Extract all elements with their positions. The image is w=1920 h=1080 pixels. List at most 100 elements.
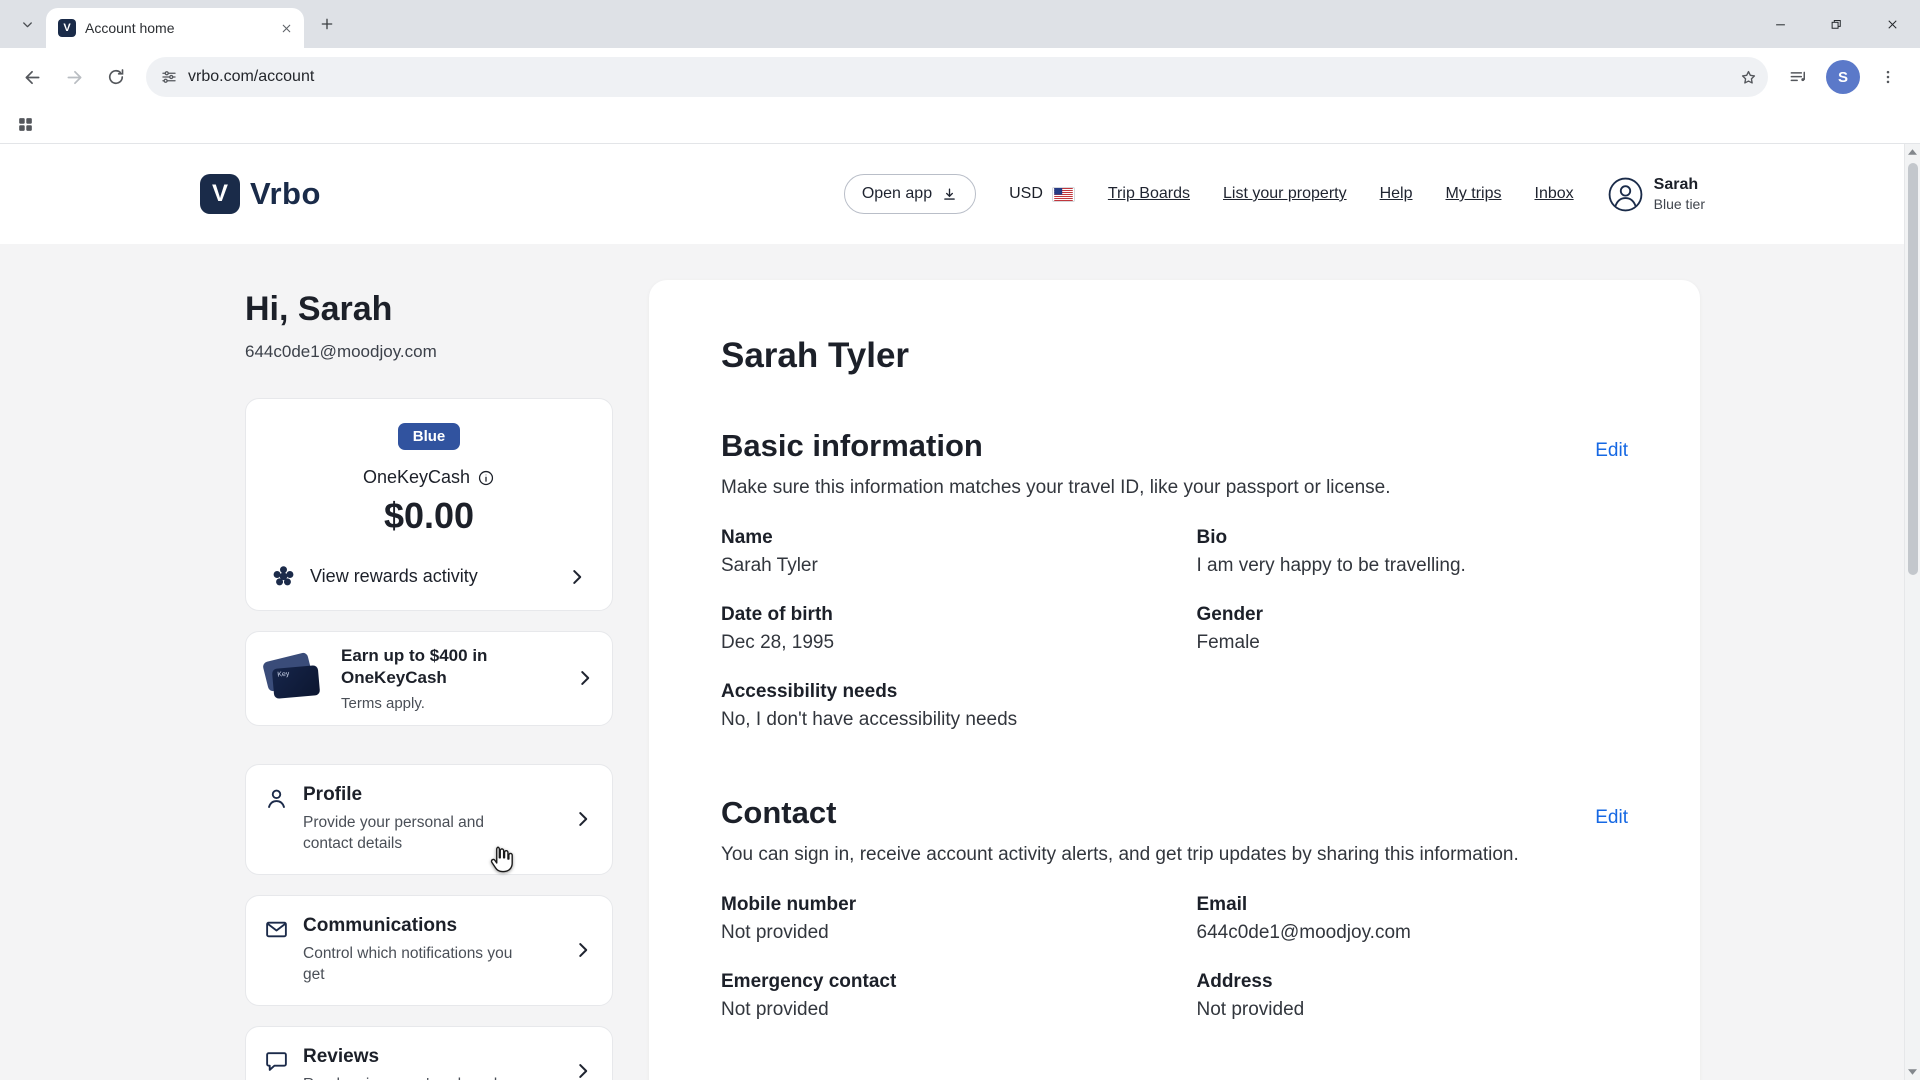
field-label: Name xyxy=(721,527,1153,549)
tab-close-button[interactable] xyxy=(276,18,296,38)
open-app-button[interactable]: Open app xyxy=(844,174,976,214)
menu-item-text: Communications Control which notificatio… xyxy=(303,915,533,986)
field-value: Female xyxy=(1197,632,1629,654)
scrollbar-thumb[interactable] xyxy=(1908,163,1918,575)
plus-icon xyxy=(319,16,335,32)
browser-profile-avatar[interactable]: S xyxy=(1826,60,1860,94)
field-address: Address Not provided xyxy=(1197,971,1629,1021)
rewards-card: Blue OneKeyCash $0.00 View rewards activ… xyxy=(245,398,613,611)
nav-list-your-property[interactable]: List your property xyxy=(1223,185,1347,203)
sidebar-item-reviews[interactable]: Reviews Read reviews you've shared xyxy=(245,1026,613,1080)
media-queue-icon xyxy=(1788,67,1808,87)
profile-circle-icon xyxy=(1607,176,1644,213)
field-value: Not provided xyxy=(1197,999,1629,1021)
field-value: Sarah Tyler xyxy=(721,555,1153,577)
field-value: No, I don't have accessibility needs xyxy=(721,709,1153,731)
window-minimize-button[interactable] xyxy=(1752,0,1808,48)
field-value: Not provided xyxy=(721,922,1153,944)
menu-item-title: Communications xyxy=(303,915,533,937)
field-email: Email 644c0de1@moodjoy.com xyxy=(1197,894,1629,944)
field-grid: Mobile number Not provided Email 644c0de… xyxy=(721,894,1628,1021)
tab-title: Account home xyxy=(85,20,267,36)
back-button[interactable] xyxy=(12,57,52,97)
section-title: Contact xyxy=(721,795,836,831)
menu-item-title: Profile xyxy=(303,784,533,806)
header-nav: Open app USD Trip Boards List your prope… xyxy=(844,174,1705,214)
reload-button[interactable] xyxy=(96,57,136,97)
chevron-down-icon xyxy=(20,17,35,32)
vrbo-logo[interactable]: V Vrbo xyxy=(200,174,321,214)
profile-name-heading: Sarah Tyler xyxy=(721,336,1628,376)
us-flag-icon xyxy=(1052,187,1075,202)
apps-grid-icon[interactable] xyxy=(16,115,35,134)
browser-menu-button[interactable] xyxy=(1868,57,1908,97)
edit-contact-link[interactable]: Edit xyxy=(1595,807,1628,829)
account-tier: Blue tier xyxy=(1654,196,1705,212)
media-controls-button[interactable] xyxy=(1778,57,1818,97)
scrollbar-down-arrow[interactable] xyxy=(1905,1064,1920,1080)
field-label: Bio xyxy=(1197,527,1629,549)
greeting-heading: Hi, Sarah xyxy=(245,290,613,329)
field-mobile-number: Mobile number Not provided xyxy=(721,894,1153,944)
nav-help[interactable]: Help xyxy=(1380,185,1413,203)
view-rewards-activity-link[interactable]: View rewards activity xyxy=(268,557,590,596)
info-icon[interactable] xyxy=(477,469,495,487)
person-icon xyxy=(264,786,289,811)
credit-card-image: Key xyxy=(262,652,326,704)
close-icon xyxy=(1885,17,1900,32)
kebab-menu-icon xyxy=(1879,68,1897,86)
section-description: Make sure this information matches your … xyxy=(721,477,1628,499)
edit-basic-information-link[interactable]: Edit xyxy=(1595,440,1628,462)
chevron-right-icon xyxy=(566,566,588,588)
url-text[interactable]: vrbo.com/account xyxy=(188,68,1722,86)
address-bar[interactable]: vrbo.com/account xyxy=(146,57,1768,97)
restore-icon xyxy=(1829,17,1844,32)
sidebar-item-profile[interactable]: Profile Provide your personal and contac… xyxy=(245,764,613,875)
promo-text: Earn up to $400 in OneKeyCash Terms appl… xyxy=(341,645,541,712)
view-rewards-activity-label: View rewards activity xyxy=(310,566,478,587)
vrbo-logo-icon: V xyxy=(200,174,240,214)
forward-button[interactable] xyxy=(54,57,94,97)
window-restore-button[interactable] xyxy=(1808,0,1864,48)
page-scrollbar[interactable] xyxy=(1904,144,1920,1080)
sidebar-item-communications[interactable]: Communications Control which notificatio… xyxy=(245,895,613,1006)
section-title: Basic information xyxy=(721,428,983,464)
account-menu[interactable]: Sarah Blue tier xyxy=(1607,176,1705,213)
triangle-up-icon xyxy=(1908,149,1917,155)
section-header: Basic information Edit xyxy=(721,428,1628,464)
field-gender: Gender Female xyxy=(1197,604,1629,654)
mail-icon xyxy=(264,917,289,942)
bookmark-button[interactable] xyxy=(1732,61,1764,93)
sidebar-card-list: Blue OneKeyCash $0.00 View rewards activ… xyxy=(245,398,613,1080)
currency-selector[interactable]: USD xyxy=(1009,185,1075,203)
field-value: 644c0de1@moodjoy.com xyxy=(1197,922,1629,944)
onekey-flower-icon xyxy=(270,563,297,590)
site-settings-icon[interactable] xyxy=(160,68,178,86)
nav-trip-boards[interactable]: Trip Boards xyxy=(1108,185,1190,203)
menu-item-title: Reviews xyxy=(303,1046,497,1068)
promo-terms: Terms apply. xyxy=(341,695,541,712)
onekeycash-promo-card[interactable]: Key Earn up to $400 in OneKeyCash Terms … xyxy=(245,631,613,726)
nav-my-trips[interactable]: My trips xyxy=(1446,185,1502,203)
section-description: You can sign in, receive account activit… xyxy=(721,844,1628,866)
field-label: Mobile number xyxy=(721,894,1153,916)
field-value: I am very happy to be travelling. xyxy=(1197,555,1629,577)
window-controls xyxy=(1752,0,1920,48)
star-icon xyxy=(1739,68,1758,87)
onekeycash-label-row: OneKeyCash xyxy=(268,467,590,488)
account-name: Sarah xyxy=(1654,176,1705,194)
account-menu-text: Sarah Blue tier xyxy=(1654,176,1705,212)
download-icon xyxy=(941,186,958,203)
vrbo-favicon-icon: V xyxy=(58,19,76,37)
nav-inbox[interactable]: Inbox xyxy=(1535,185,1574,203)
field-label: Email xyxy=(1197,894,1629,916)
new-tab-button[interactable] xyxy=(312,9,342,39)
field-label: Address xyxy=(1197,971,1629,993)
window-close-button[interactable] xyxy=(1864,0,1920,48)
menu-item-text: Reviews Read reviews you've shared xyxy=(303,1046,497,1080)
chevron-right-icon xyxy=(572,808,594,830)
tab-search-button[interactable] xyxy=(12,9,42,39)
browser-tab-account-home[interactable]: V Account home xyxy=(46,8,304,48)
field-bio: Bio I am very happy to be travelling. xyxy=(1197,527,1629,577)
scrollbar-up-arrow[interactable] xyxy=(1905,144,1920,160)
